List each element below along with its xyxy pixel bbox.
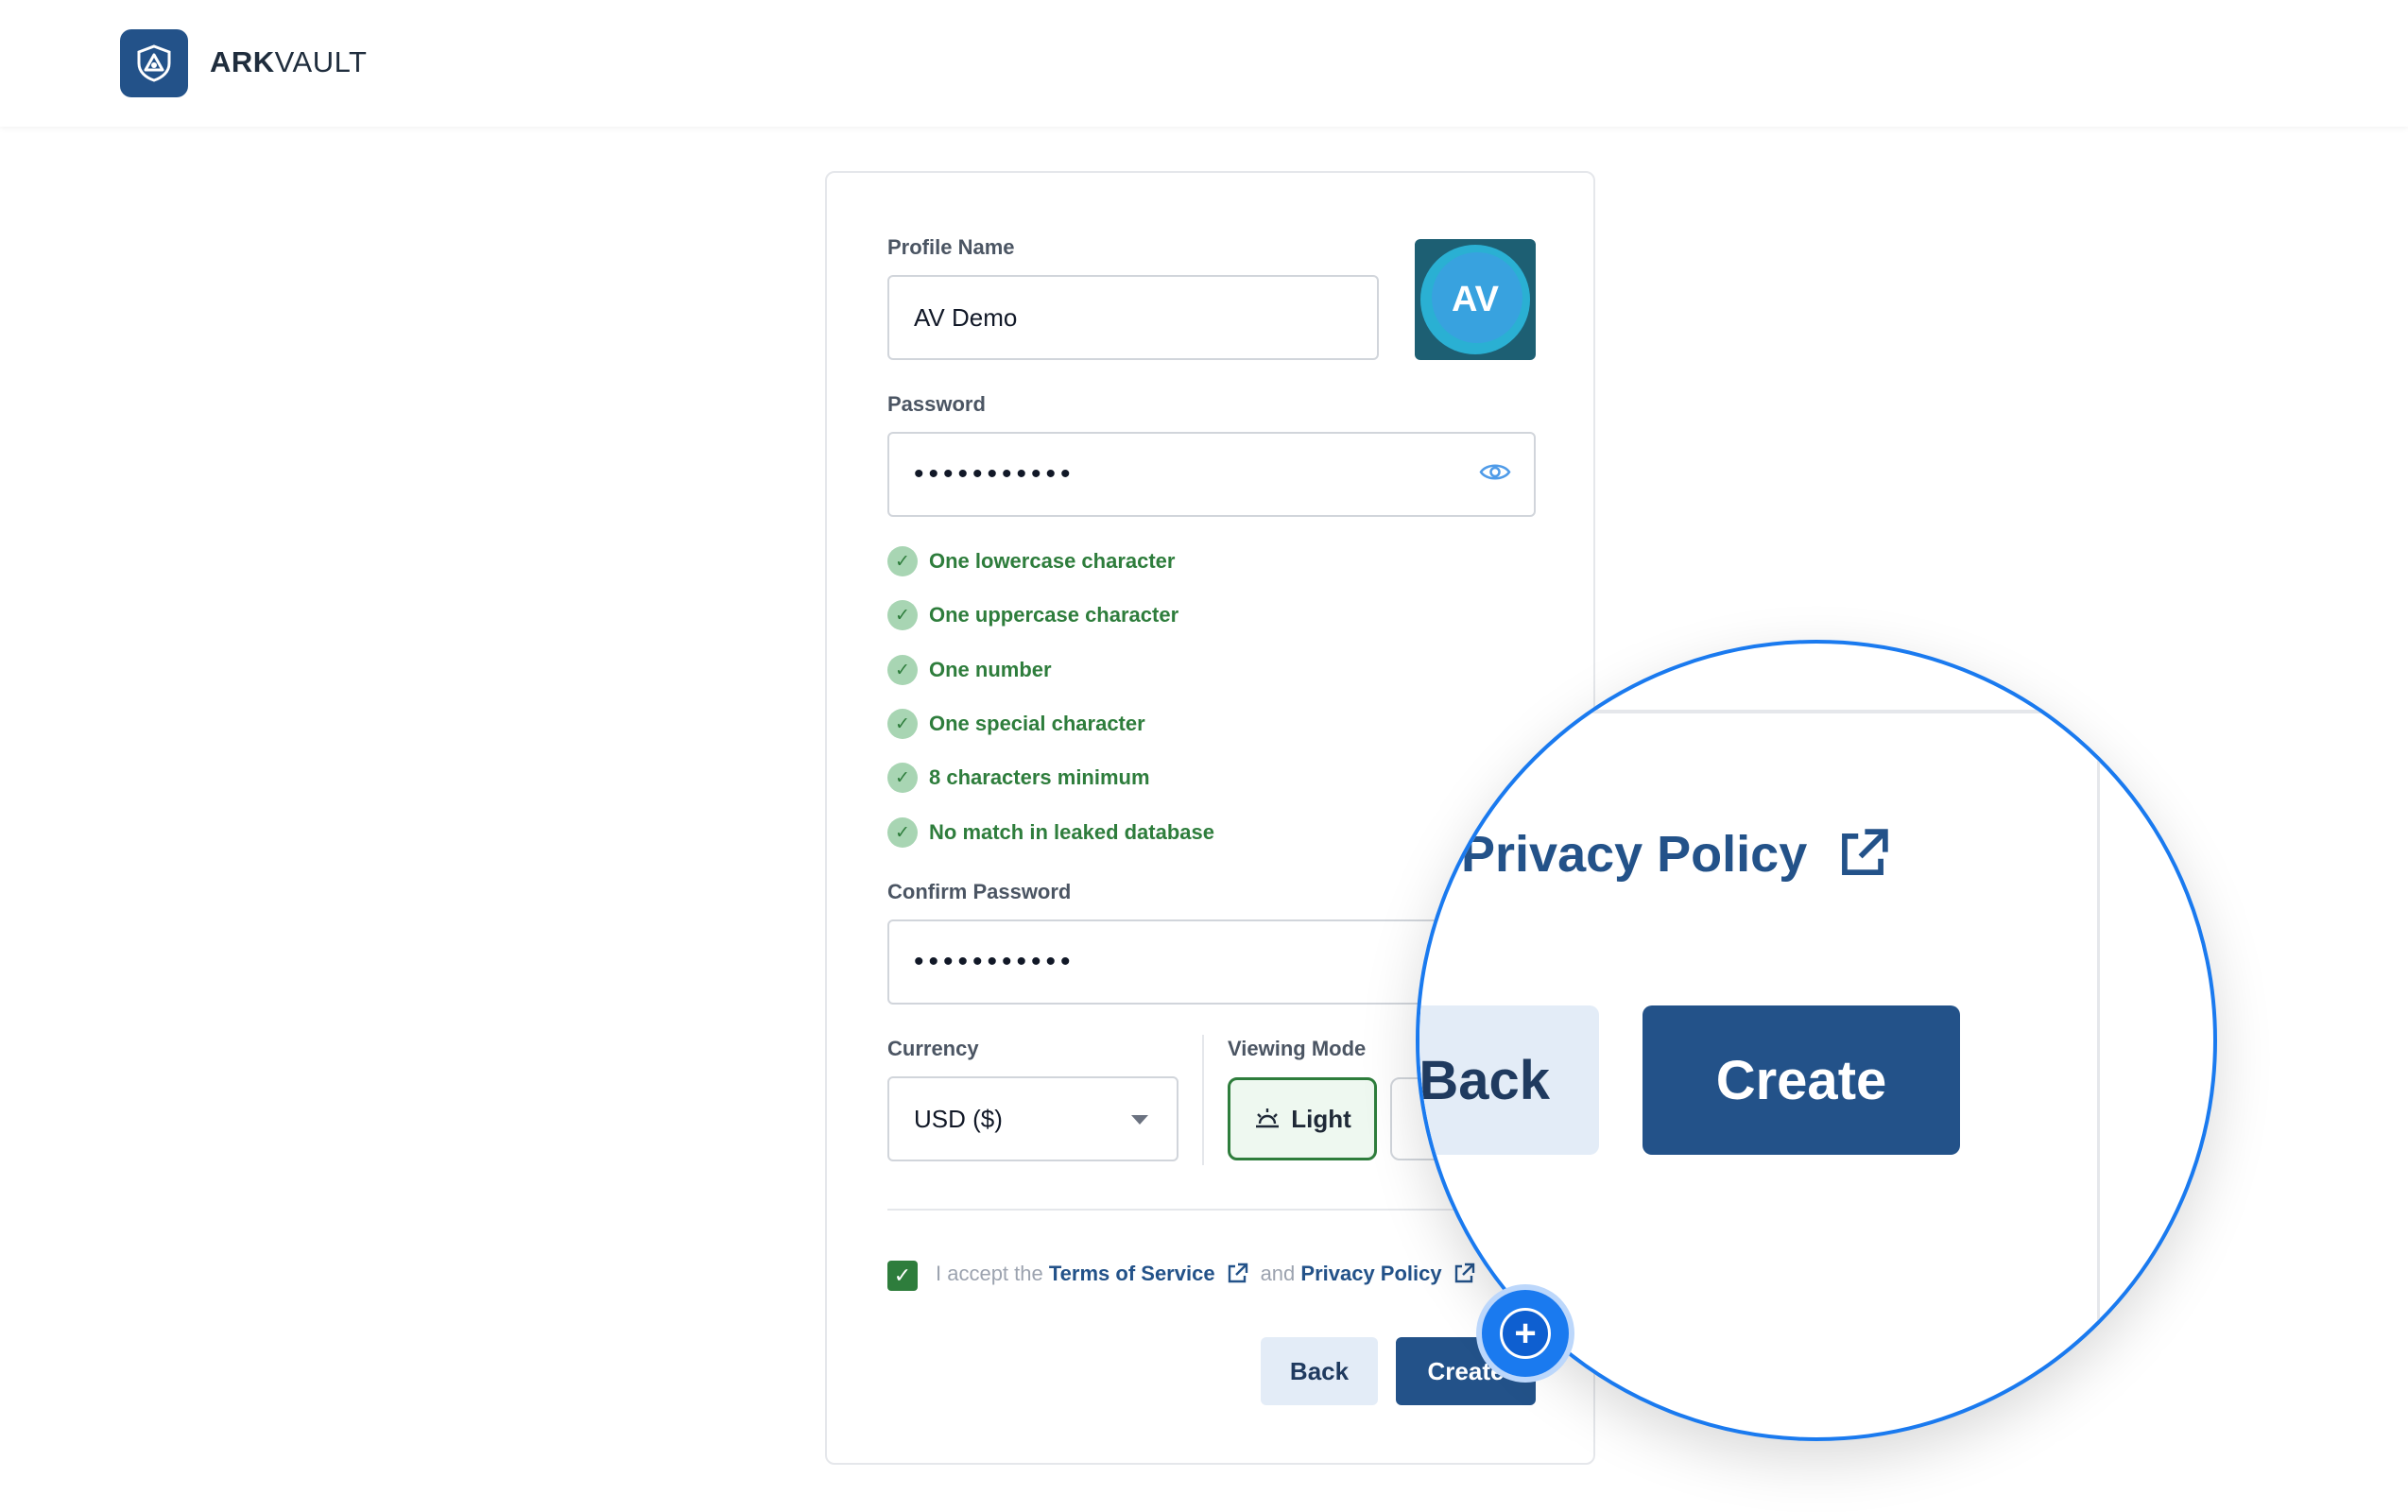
rule-lowercase: ✓ One lowercase character xyxy=(887,544,1175,578)
check-icon: ✓ xyxy=(887,709,918,739)
terms-and: and xyxy=(1260,1262,1296,1285)
plus-icon: + xyxy=(1500,1308,1551,1359)
sun-icon xyxy=(1253,1107,1281,1131)
eye-icon[interactable] xyxy=(1479,460,1511,490)
rule-text: One special character xyxy=(929,712,1145,735)
magnified-privacy-policy: Privacy Policy xyxy=(1461,825,1892,884)
check-icon: ✓ xyxy=(887,546,918,576)
profile-name-value: AV Demo xyxy=(914,302,1018,332)
brand-name: ARKVAULT xyxy=(210,45,368,79)
terms-text: I accept the Terms of Service and Privac… xyxy=(936,1262,1488,1286)
rule-text: One uppercase character xyxy=(929,603,1179,627)
rule-text: 8 characters minimum xyxy=(929,765,1150,789)
check-icon: ✓ xyxy=(887,763,918,793)
zoom-badge: + xyxy=(1482,1290,1569,1377)
check-icon: ✓ xyxy=(887,600,918,630)
divider xyxy=(1585,710,2057,713)
back-button[interactable]: Back xyxy=(1261,1337,1378,1405)
external-link-icon xyxy=(1228,1263,1247,1283)
profile-name-input[interactable]: AV Demo xyxy=(887,275,1379,360)
check-icon: ✓ xyxy=(887,817,918,848)
brand-light: VAULT xyxy=(274,45,368,78)
rule-leaked: ✓ No match in leaked database xyxy=(887,816,1214,850)
rule-special: ✓ One special character xyxy=(887,707,1145,741)
chevron-down-icon xyxy=(1131,1115,1148,1125)
mode-light-label: Light xyxy=(1291,1104,1351,1133)
rule-uppercase: ✓ One uppercase character xyxy=(887,598,1178,632)
profile-name-label: Profile Name xyxy=(887,235,1015,259)
terms-checkbox[interactable]: ✓ xyxy=(887,1261,918,1291)
avatar-initials: AV xyxy=(1452,279,1499,319)
rule-text: One number xyxy=(929,658,1052,681)
confirm-password-label: Confirm Password xyxy=(887,880,1072,903)
terms-prefix: I accept the xyxy=(936,1262,1043,1285)
rule-number: ✓ One number xyxy=(887,653,1052,687)
mode-light-button[interactable]: Light xyxy=(1228,1077,1377,1160)
magnified-create-button[interactable]: Create xyxy=(1643,1005,1960,1155)
confirm-password-value: ••••••••••• xyxy=(914,946,1075,977)
rule-text: One lowercase character xyxy=(929,549,1176,573)
top-bar: ARKVAULT xyxy=(0,0,2408,127)
arkvault-logo-icon[interactable] xyxy=(120,29,188,97)
external-link-icon xyxy=(1842,829,1888,875)
currency-label: Currency xyxy=(887,1037,979,1060)
rule-text: No match in leaked database xyxy=(929,820,1214,844)
password-label: Password xyxy=(887,392,986,416)
magnified-back-button[interactable]: Back xyxy=(1419,1005,1599,1155)
password-value: ••••••••••• xyxy=(914,458,1075,490)
rule-length: ✓ 8 characters minimum xyxy=(887,761,1150,795)
password-input[interactable]: ••••••••••• xyxy=(887,432,1536,517)
viewing-mode-label: Viewing Mode xyxy=(1228,1037,1367,1060)
divider xyxy=(1202,1035,1204,1165)
currency-select[interactable]: USD ($) xyxy=(887,1076,1178,1161)
magnified-privacy-link[interactable]: Privacy Policy xyxy=(1461,825,1807,884)
check-icon: ✓ xyxy=(887,655,918,685)
brand-bold: ARK xyxy=(210,45,275,78)
terms-of-service-link[interactable]: Terms of Service xyxy=(1049,1262,1215,1286)
avatar[interactable]: AV xyxy=(1415,239,1536,360)
currency-value: USD ($) xyxy=(914,1104,1003,1133)
